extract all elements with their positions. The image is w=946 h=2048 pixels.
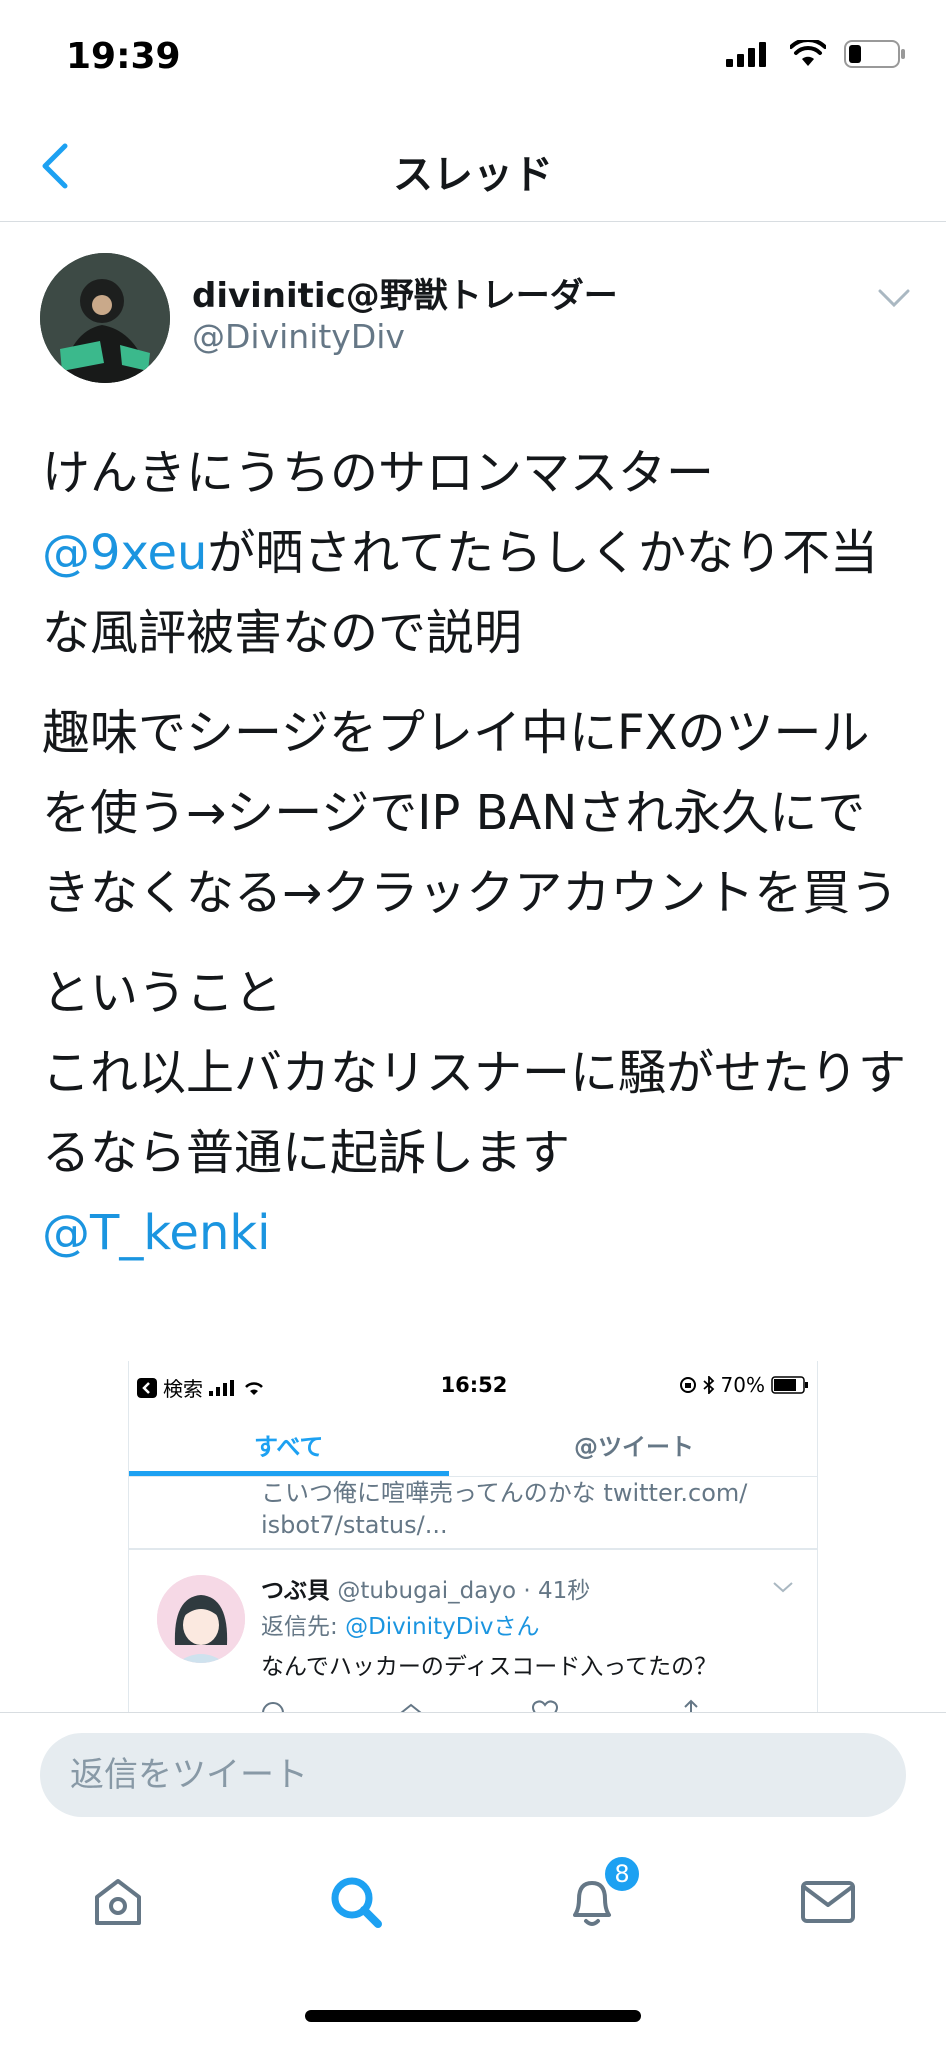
tweet-text-3a: ということ (42, 965, 283, 1021)
avatar[interactable] (40, 253, 170, 383)
mail-icon (801, 1881, 855, 1923)
embed-avatar (157, 1575, 245, 1663)
tab-messages[interactable] (798, 1872, 858, 1932)
embed-action-icons (262, 1699, 698, 1713)
embed-reply-header: つぶ貝 @tubugai_dayo · 41秒 (261, 1571, 590, 1605)
embed-tabs: すべて @ツイート (129, 1405, 817, 1477)
tab-home[interactable] (88, 1872, 148, 1932)
bluetooth-icon (702, 1376, 714, 1394)
tab-tweets: @ツイート (574, 1433, 694, 1461)
user-name[interactable]: divinitic@野獣トレーダー (192, 268, 618, 317)
home-icon (95, 1879, 141, 1925)
tab-underline (129, 1471, 449, 1476)
chevron-down-icon (878, 289, 910, 308)
embed-reply-name: つぶ貝 (261, 1578, 330, 1604)
embed-status-bar: 検索 16:52 70% (129, 1361, 817, 1405)
page-title: スレッド (393, 152, 553, 198)
tweet-text-3b: これ以上バカなリスナーに騒がせたりするなら普通に起訴します (42, 1045, 907, 1181)
orientation-lock-icon (679, 1377, 696, 1393)
tweet-menu-button[interactable] (876, 283, 912, 313)
battery-icon (844, 40, 905, 68)
embed-reply-to-user: @DivinityDivさん (345, 1614, 540, 1640)
embed-reply-to-prefix: 返信先: (261, 1614, 338, 1640)
search-icon (331, 1877, 382, 1928)
tab-all: すべて (254, 1433, 324, 1461)
reply-bar: 返信をツイート (0, 1712, 946, 1828)
status-bar: 19:39 (0, 0, 946, 110)
user-handle[interactable]: @DivinityDiv (192, 317, 405, 356)
reply-input[interactable]: 返信をツイート (40, 1733, 906, 1817)
tweet-paragraph-3: ということこれ以上バカなリスナーに騒がせたりするなら普通に起訴します @T_ken… (42, 953, 912, 1273)
battery-icon (771, 1376, 808, 1394)
mention-link[interactable]: @9xeu (42, 525, 207, 581)
nav-bar: スレッド (0, 110, 946, 222)
status-icons (726, 40, 906, 68)
divider (129, 1548, 817, 1550)
embed-status-right: 70% (679, 1373, 809, 1397)
tab-bar: 8 (0, 1828, 946, 1968)
embed-reply-handle: @tubugai_dayo · 41秒 (337, 1578, 591, 1604)
embed-actions (261, 1691, 741, 1713)
tweet-text-1a: けんきにうちのサロンマスター (42, 445, 715, 501)
embed-avatar-illustration (157, 1575, 245, 1663)
home-indicator[interactable] (305, 2010, 641, 2022)
cellular-signal-icon (726, 42, 766, 67)
tab-search[interactable] (326, 1872, 386, 1932)
chevron-down-icon (773, 1582, 793, 1593)
status-time: 19:39 (66, 36, 181, 77)
tweet-paragraph-2: 趣味でシージをプレイ中にFXのツールを使う→シージでIP BANされ永久にできな… (42, 705, 899, 921)
embed-battery-percent: 70% (720, 1373, 765, 1397)
embed-reply-to: 返信先: @DivinityDivさん (261, 1607, 539, 1641)
avatar-photo (40, 253, 170, 383)
notification-badge: 8 (602, 1854, 642, 1894)
attached-image[interactable]: 検索 16:52 70% すべて @ツイート こいつ俺に喧嘩売ってんのかな tw… (128, 1361, 818, 1713)
embed-chevron (771, 1579, 795, 1595)
tweet: divinitic@野獣トレーダー @DivinityDiv けんきにうちのサロ… (0, 223, 946, 1713)
embed-reply-text: なんでハッカーのディスコード入ってたの？ (261, 1654, 718, 1680)
tweet-paragraph-1: けんきにうちのサロンマスター @9xeuが晒されてたらしくかなり不当な風評被害なの… (42, 433, 912, 673)
mention-link[interactable]: @T_kenki (42, 1205, 271, 1261)
wifi-icon (790, 40, 826, 66)
tweet-text: けんきにうちのサロンマスター @9xeuが晒されてたらしくかなり不当な風評被害なの… (42, 433, 912, 1293)
embed-previous-tweet: こいつ俺に喧嘩売ってんのかな twitter.com/ isbot7/statu… (261, 1479, 748, 1539)
